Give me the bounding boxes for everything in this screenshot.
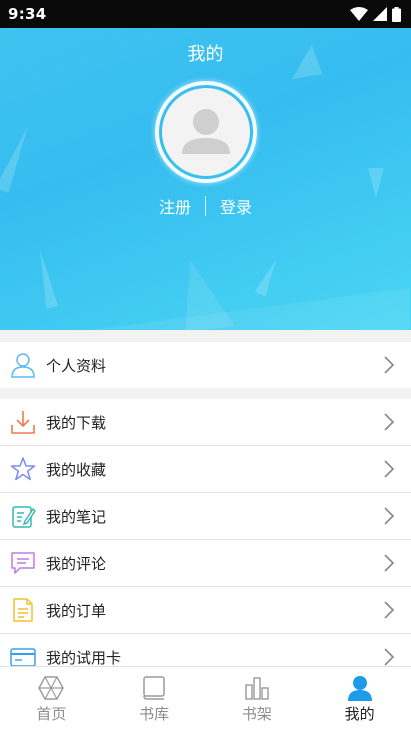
menu-group-profile: 个人资料: [0, 342, 411, 388]
chevron-right-icon: [384, 601, 395, 619]
menu-label: 我的试用卡: [46, 648, 122, 667]
chevron-right-icon: [384, 648, 395, 666]
menu-label: 我的收藏: [46, 460, 107, 479]
book-icon: [143, 676, 165, 700]
user-silhouette-icon: [182, 109, 230, 154]
person-filled-icon: [347, 676, 372, 701]
decor-shard: [255, 257, 282, 297]
decor-shard: [34, 247, 58, 308]
menu-label: 我的笔记: [46, 507, 107, 526]
bookshelf-icon: [245, 677, 269, 700]
menu-item-downloads[interactable]: 我的下载: [0, 399, 411, 445]
signal-icon: [373, 7, 387, 21]
profile-header: 我的 注册 登录: [0, 28, 411, 330]
status-icons: [350, 6, 401, 22]
menu-item-comments[interactable]: 我的评论: [0, 540, 411, 586]
menu-item-orders[interactable]: 我的订单: [0, 587, 411, 633]
nav-label: 我的: [344, 705, 375, 723]
star-icon: [10, 456, 36, 482]
decor-shard: [0, 123, 35, 193]
avatar-placeholder: [162, 88, 250, 176]
nav-label: 首页: [36, 705, 67, 723]
menu-label: 我的订单: [46, 601, 107, 620]
auth-divider: [205, 196, 206, 216]
chevron-right-icon: [384, 554, 395, 572]
chevron-right-icon: [384, 507, 395, 525]
nav-label: 书库: [139, 705, 170, 723]
home-hexagon-icon: [38, 676, 65, 700]
login-link[interactable]: 登录: [220, 194, 252, 218]
menu-item-profile[interactable]: 个人资料: [0, 342, 411, 388]
menu-label: 我的评论: [46, 554, 107, 573]
comment-icon: [10, 550, 36, 576]
chevron-right-icon: [384, 356, 395, 374]
note-edit-icon: [10, 503, 36, 529]
nav-tab-mine[interactable]: 我的: [308, 667, 411, 730]
person-outline-icon: [10, 352, 36, 378]
status-time: 9:34: [8, 5, 47, 23]
menu-item-notes[interactable]: 我的笔记: [0, 493, 411, 539]
battery-icon: [392, 6, 401, 22]
menu-label: 个人资料: [46, 356, 107, 375]
auth-row: 注册 登录: [0, 194, 411, 218]
nav-tab-library[interactable]: 书库: [103, 667, 206, 730]
register-link[interactable]: 注册: [159, 194, 191, 218]
document-icon: [10, 597, 36, 623]
avatar[interactable]: [155, 81, 257, 183]
menu-label: 我的下载: [46, 413, 107, 432]
menu-group-library: 我的下载 我的收藏 我的笔记 我的评论 我的订单 我的试用卡: [0, 399, 411, 680]
nav-label: 书架: [241, 705, 272, 723]
decor-shard: [90, 288, 410, 330]
nav-tab-home[interactable]: 首页: [0, 667, 103, 730]
chevron-right-icon: [384, 413, 395, 431]
nav-tab-shelf[interactable]: 书架: [206, 667, 309, 730]
download-icon: [10, 409, 36, 435]
status-bar: 9:34: [0, 0, 411, 28]
wifi-icon: [350, 7, 368, 21]
chevron-right-icon: [384, 460, 395, 478]
menu-item-favorites[interactable]: 我的收藏: [0, 446, 411, 492]
page-title: 我的: [187, 44, 224, 65]
bottom-nav: 首页 书库 书架 我的: [0, 666, 411, 730]
